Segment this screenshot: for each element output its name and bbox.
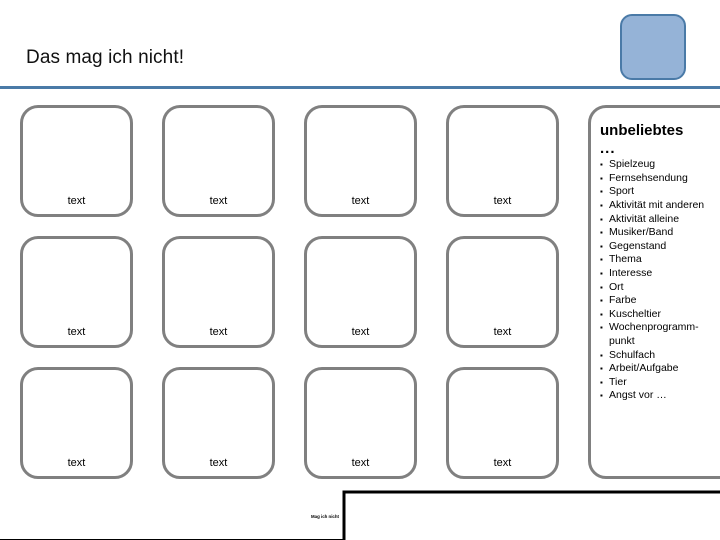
unpopular-things-content: unbeliebtes ... SpielzeugFernsehsendungS… bbox=[600, 122, 720, 403]
list-item: Wochenprogramm-punkt bbox=[600, 321, 720, 348]
list-item: Musiker/Band bbox=[600, 226, 720, 240]
grid-card[interactable]: text bbox=[304, 105, 417, 217]
grid-card-label: text bbox=[493, 326, 512, 338]
list-item: Schulfach bbox=[600, 349, 720, 363]
grid-card[interactable]: text bbox=[304, 236, 417, 348]
list-item: Interesse bbox=[600, 267, 720, 281]
grid-card[interactable]: text bbox=[446, 236, 559, 348]
grid-card-label: text bbox=[67, 457, 86, 469]
slide-canvas: Das mag ich nicht! text text text text text t… bbox=[0, 0, 720, 540]
grid-card[interactable]: text bbox=[162, 105, 275, 217]
list-item: Aktivität mit anderen bbox=[600, 199, 720, 213]
list-item: Aktivität alleine bbox=[600, 213, 720, 227]
grid-card[interactable]: text bbox=[162, 367, 275, 479]
list-item: Arbeit/Aufgabe bbox=[600, 362, 720, 376]
list-item: Ort bbox=[600, 281, 720, 295]
page-title: Das mag ich nicht! bbox=[26, 47, 185, 68]
list-item: Fernsehsendung bbox=[600, 172, 720, 186]
list-item: Gegenstand bbox=[600, 240, 720, 254]
list-item: Kuscheltier bbox=[600, 308, 720, 322]
grid-card[interactable]: text bbox=[162, 236, 275, 348]
grid-card-label: text bbox=[67, 195, 86, 207]
grid-card[interactable]: text bbox=[446, 105, 559, 217]
grid-card-label: text bbox=[351, 326, 370, 338]
unpopular-things-list: SpielzeugFernsehsendungSportAktivität mi… bbox=[600, 158, 720, 403]
grid-card[interactable]: text bbox=[20, 236, 133, 348]
grid-card[interactable]: text bbox=[20, 367, 133, 479]
corner-badge-shape[interactable] bbox=[620, 14, 686, 80]
grid-card-label: text bbox=[209, 195, 228, 207]
list-item: Tier bbox=[600, 376, 720, 390]
grid-card[interactable]: text bbox=[446, 367, 559, 479]
grid-card[interactable]: text bbox=[304, 367, 417, 479]
title-divider bbox=[0, 86, 720, 89]
list-heading: unbeliebtes bbox=[600, 122, 684, 139]
list-item: Thema bbox=[600, 253, 720, 267]
grid-card[interactable]: text bbox=[20, 105, 133, 217]
grid-card-label: text bbox=[351, 195, 370, 207]
grid-card-label: text bbox=[493, 195, 512, 207]
grid-card-label: text bbox=[209, 326, 228, 338]
list-item: Sport bbox=[600, 185, 720, 199]
list-ellipsis: ... bbox=[600, 140, 616, 158]
grid-card-label: text bbox=[209, 457, 228, 469]
unpopular-things-card[interactable]: unbeliebtes ... SpielzeugFernsehsendungS… bbox=[588, 105, 720, 479]
grid-card-label: text bbox=[493, 457, 512, 469]
footer-note: Mag ich nicht bbox=[310, 514, 340, 519]
footer-outline-shape bbox=[0, 490, 720, 540]
list-item: Farbe bbox=[600, 294, 720, 308]
grid-card-label: text bbox=[67, 326, 86, 338]
grid-card-label: text bbox=[351, 457, 370, 469]
footer-outline-path bbox=[0, 490, 720, 540]
list-item: Spielzeug bbox=[600, 158, 720, 172]
list-item: Angst vor … bbox=[600, 389, 720, 403]
